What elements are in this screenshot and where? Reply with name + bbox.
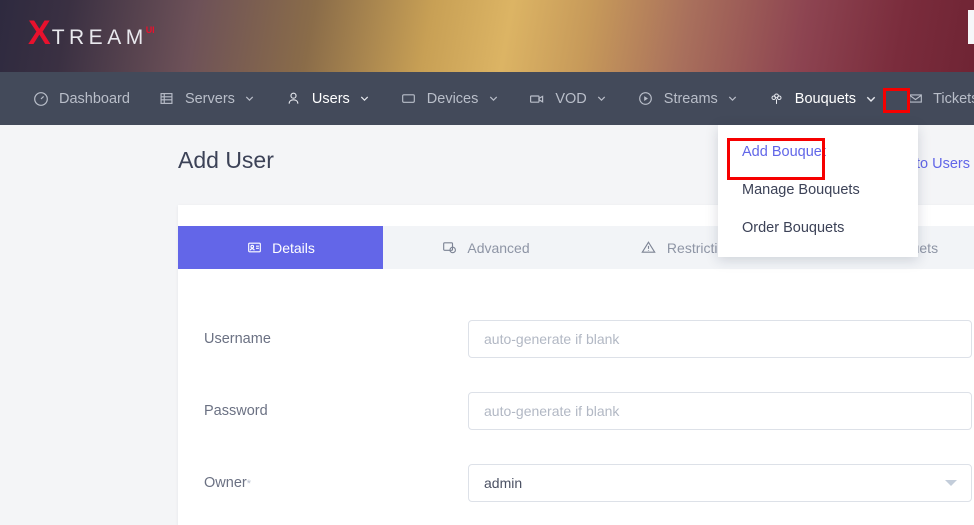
add-user-form: Username auto-generate if blank Password…: [178, 269, 974, 519]
label-owner-text: Owner: [204, 475, 247, 491]
label-password: Password: [204, 403, 268, 419]
nav-label-users: Users: [311, 90, 350, 107]
main-navigation: Dashboard Servers Users Devices VOD Stre…: [0, 72, 974, 134]
mail-icon: [906, 90, 924, 108]
settings-icon: [441, 240, 457, 256]
chevron-down-icon: [486, 92, 500, 106]
chevron-down-icon: [595, 92, 609, 106]
logo-x-mark: X: [28, 14, 51, 52]
play-icon: [637, 90, 655, 108]
nav-label-servers: Servers: [184, 90, 235, 107]
tab-label-details: Details: [272, 239, 315, 256]
chevron-down-icon: [945, 480, 957, 486]
brand-header: X TREAM UI: [0, 0, 974, 72]
username-placeholder: auto-generate if blank: [484, 331, 620, 347]
xtream-logo[interactable]: X TREAM UI: [28, 16, 157, 50]
nav-label-streams: Streams: [663, 90, 718, 107]
form-row-username: Username auto-generate if blank: [178, 303, 974, 375]
nav-item-tickets[interactable]: Tickets: [892, 72, 974, 125]
nav-label-dashboard: Dashboard: [59, 90, 130, 107]
tab-label-advanced: Advanced: [467, 239, 530, 256]
owner-selected-value: admin: [484, 475, 523, 491]
chevron-down-icon: [243, 92, 257, 106]
required-marker: *: [246, 478, 251, 490]
password-input[interactable]: auto-generate if blank: [468, 392, 972, 430]
menu-item-manage-bouquets[interactable]: Manage Bouquets: [718, 171, 918, 209]
id-card-icon: [246, 240, 262, 256]
nav-item-bouquets[interactable]: Bouquets: [754, 72, 892, 125]
tab-advanced[interactable]: Advanced: [383, 226, 588, 269]
server-icon: [158, 90, 176, 108]
header-right-edge-element: [968, 10, 974, 44]
nav-label-bouquets: Bouquets: [794, 90, 857, 107]
tab-details[interactable]: Details: [178, 226, 383, 269]
chevron-down-icon[interactable]: [864, 92, 878, 106]
form-row-owner: Owner* admin: [178, 447, 974, 519]
owner-select[interactable]: admin: [468, 464, 972, 502]
chevron-down-icon: [358, 92, 372, 106]
warning-icon: [641, 240, 657, 256]
nav-label-vod: VOD: [555, 90, 587, 107]
password-placeholder: auto-generate if blank: [484, 403, 620, 419]
page-title: Add User: [178, 147, 274, 173]
label-owner: Owner*: [204, 475, 468, 491]
nav-item-servers[interactable]: Servers: [144, 72, 271, 125]
device-icon: [400, 90, 418, 108]
nav-label-devices: Devices: [426, 90, 479, 107]
nav-item-devices[interactable]: Devices: [386, 72, 515, 125]
logo-superscript: UI: [145, 25, 155, 35]
chevron-down-icon: [726, 92, 740, 106]
nav-item-vod[interactable]: VOD: [514, 72, 622, 125]
video-icon: [528, 90, 546, 108]
nav-item-dashboard[interactable]: Dashboard: [18, 72, 144, 125]
nav-label-tickets: Tickets: [933, 90, 974, 107]
nav-item-users[interactable]: Users: [271, 72, 386, 134]
form-row-password: Password auto-generate if blank: [178, 375, 974, 447]
gauge-icon: [32, 90, 50, 108]
username-input[interactable]: auto-generate if blank: [468, 320, 972, 358]
nav-item-streams[interactable]: Streams: [623, 72, 754, 125]
flower-icon: [768, 90, 786, 108]
menu-item-order-bouquets[interactable]: Order Bouquets: [718, 209, 918, 247]
user-icon: [285, 90, 303, 108]
menu-item-add-bouquet[interactable]: Add Bouquet: [718, 133, 918, 171]
logo-wordmark: TREAM: [51, 26, 148, 49]
bouquets-dropdown-menu: Add Bouquet Manage Bouquets Order Bouque…: [718, 125, 918, 257]
label-username: Username: [204, 331, 271, 347]
